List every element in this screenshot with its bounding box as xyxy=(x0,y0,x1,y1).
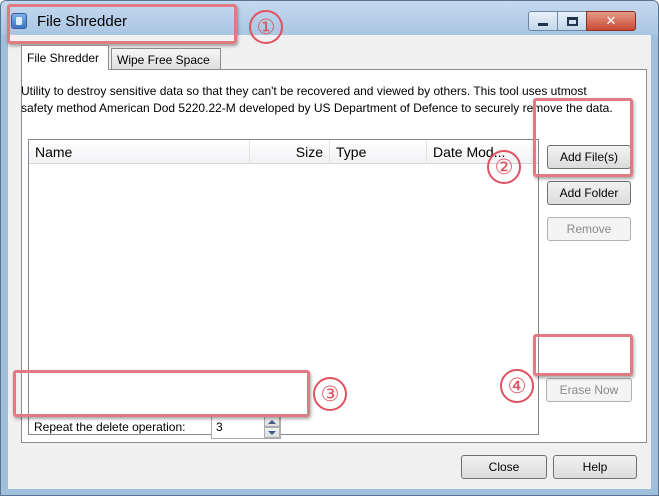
help-button[interactable]: Help xyxy=(553,455,637,479)
close-window-button[interactable]: ✕ xyxy=(586,11,636,31)
callout-box-tabs xyxy=(7,4,237,44)
minimize-icon xyxy=(538,22,548,26)
callout-number-2: ② xyxy=(487,150,521,184)
maximize-icon xyxy=(566,16,578,26)
callout-number-3: ③ xyxy=(313,377,347,411)
tab-label: Wipe Free Space xyxy=(117,52,210,67)
erase-now-button[interactable]: Erase Now xyxy=(546,378,632,402)
callout-box-add-buttons xyxy=(533,98,633,177)
remove-button[interactable]: Remove xyxy=(547,217,631,241)
repeat-count-input[interactable] xyxy=(212,416,262,438)
repeat-label: Repeat the delete operation: xyxy=(34,420,186,434)
close-button[interactable]: Close xyxy=(461,455,547,479)
tab-label: File Shredder xyxy=(27,51,100,65)
file-shredder-window: File Shredder ✕ File Shredder Wipe Free … xyxy=(0,0,659,496)
arrow-down-icon xyxy=(268,430,276,435)
spin-up-button[interactable] xyxy=(264,416,280,427)
callout-box-repeat xyxy=(13,370,310,417)
column-header-size[interactable]: Size xyxy=(250,140,330,164)
callout-number-1: ① xyxy=(249,10,283,44)
repeat-count-stepper[interactable] xyxy=(211,415,281,439)
spin-down-button[interactable] xyxy=(264,427,280,438)
column-header-name[interactable]: Name xyxy=(29,140,250,164)
list-header: Name Size Type Date Mod... xyxy=(29,140,538,164)
column-header-type[interactable]: Type xyxy=(330,140,427,164)
close-icon: ✕ xyxy=(605,13,617,28)
minimize-button[interactable] xyxy=(528,11,558,31)
callout-box-erase xyxy=(533,334,633,376)
callout-number-4: ④ xyxy=(500,369,534,403)
tab-wipe-free-space[interactable]: Wipe Free Space xyxy=(111,48,221,70)
arrow-up-icon xyxy=(268,419,276,424)
description-text: Utility to destroy sensitive data so tha… xyxy=(21,84,613,115)
tab-file-shredder[interactable]: File Shredder xyxy=(21,45,109,70)
add-folder-button[interactable]: Add Folder xyxy=(547,181,631,205)
maximize-button[interactable] xyxy=(557,11,587,31)
